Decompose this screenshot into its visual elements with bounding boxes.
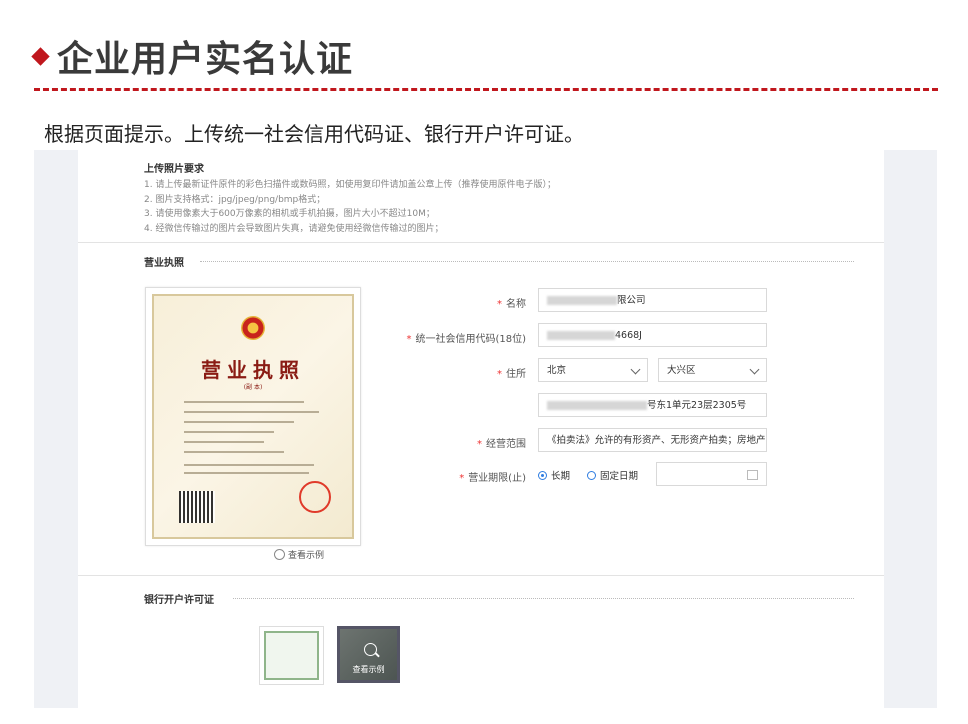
- section-title-business-license: 营业执照: [144, 258, 184, 269]
- term-fixed-radio[interactable]: 固定日期: [587, 468, 638, 482]
- slide-title-text: 企业用户实名认证: [57, 39, 354, 80]
- term-long-radio[interactable]: 长期: [538, 468, 570, 482]
- view-example-label: 查看示例: [288, 551, 325, 561]
- license-text-line: [184, 411, 319, 413]
- redacted-text: [547, 401, 647, 410]
- diamond-bullet-icon: [31, 46, 50, 66]
- license-text-line: [184, 464, 314, 466]
- business-scope-input[interactable]: 《拍卖法》允许的有形资产、无形资产拍卖；房地产营: [538, 428, 767, 452]
- license-paper: 营业执照 (副 本): [152, 294, 354, 539]
- official-seal-icon: [299, 481, 331, 513]
- divider: [78, 242, 884, 243]
- requirement-item: 3. 请使用像素大于600万像素的相机或手机拍摄，图片大小不超过10M；: [144, 209, 435, 219]
- business-license-image[interactable]: 营业执照 (副 本): [145, 287, 361, 546]
- license-text-line: [184, 421, 294, 423]
- requirement-item: 4. 经微信传输过的图片会导致图片失真，请避免使用经微信传输过的图片；: [144, 223, 444, 234]
- name-label: * 名称: [497, 299, 526, 310]
- requirement-item: 2. 图片支持格式：jpg/jpeg/png/bmp格式；: [144, 194, 326, 205]
- magnifier-icon: [364, 643, 377, 656]
- slide-title: 企业用户实名认证: [31, 30, 354, 82]
- slide-intro: 根据页面提示。上传统一社会信用代码证、银行开户许可证。: [44, 122, 584, 146]
- radio-circle-icon: [274, 549, 285, 560]
- license-text-line: [184, 441, 264, 443]
- requirement-item: 1. 请上传最新证件原件的彩色扫描件或数码照，如使用复印件请加盖公章上传（推荐使…: [144, 180, 556, 190]
- credit-code-input[interactable]: 4668J: [538, 323, 767, 347]
- license-subheading: (副 本): [243, 384, 263, 391]
- chevron-down-icon: [630, 364, 641, 375]
- license-text-line: [184, 431, 274, 433]
- radio-selected-icon: [538, 470, 547, 480]
- section-dotted-line: [200, 261, 854, 262]
- verification-panel: 上传照片要求 1. 请上传最新证件原件的彩色扫描件或数码照，如使用复印件请加盖公…: [78, 150, 884, 708]
- credit-code-label: * 统一社会信用代码(18位): [406, 334, 526, 345]
- bank-permit-thumbnail[interactable]: [259, 626, 324, 685]
- name-input[interactable]: 限公司: [538, 288, 767, 312]
- title-divider: [34, 88, 938, 91]
- example-overlay: 查看示例: [340, 629, 397, 680]
- section-dotted-line: [233, 598, 854, 599]
- requirements-list: 1. 请上传最新证件原件的彩色扫描件或数码照，如使用复印件请加盖公章上传（推荐使…: [144, 178, 556, 236]
- section-title-bank-permit: 银行开户许可证: [144, 595, 214, 606]
- license-text-line: [184, 401, 304, 403]
- view-example-link[interactable]: 查看示例: [274, 548, 324, 561]
- chevron-down-icon: [749, 364, 760, 375]
- radio-unselected-icon: [587, 470, 596, 480]
- scope-label: * 经营范围: [477, 439, 526, 450]
- divider: [78, 575, 884, 576]
- city-select[interactable]: 北京: [538, 358, 648, 382]
- address-detail-input[interactable]: 号东1单元23层2305号: [538, 393, 767, 417]
- license-heading: 营业执照: [201, 358, 305, 382]
- address-label: * 住所: [497, 369, 526, 380]
- view-example-label: 查看示例: [352, 665, 385, 674]
- national-emblem-icon: [241, 316, 265, 340]
- term-label: * 营业期限(止): [459, 473, 526, 484]
- license-text-line: [184, 472, 309, 474]
- term-date-input[interactable]: [656, 462, 767, 486]
- bank-permit-paper: [264, 631, 319, 680]
- screenshot-area: 上传照片要求 1. 请上传最新证件原件的彩色扫描件或数码照，如使用复印件请加盖公…: [34, 150, 937, 708]
- bank-permit-example-thumbnail[interactable]: 查看示例: [337, 626, 400, 683]
- qr-code-icon: [179, 491, 215, 523]
- redacted-text: [547, 296, 617, 305]
- license-text-line: [184, 451, 284, 453]
- redacted-text: [547, 331, 615, 340]
- requirements-title: 上传照片要求: [144, 164, 204, 175]
- district-select[interactable]: 大兴区: [658, 358, 767, 382]
- calendar-icon: [747, 470, 758, 480]
